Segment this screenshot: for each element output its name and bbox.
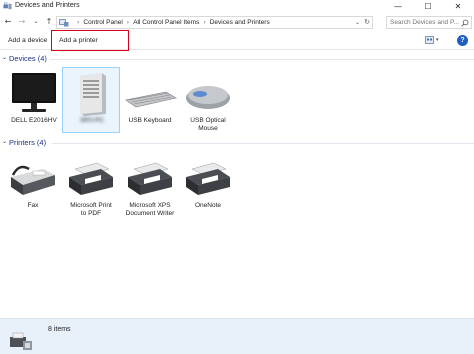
details-pane: 8 items xyxy=(0,318,474,354)
breadcrumb-control-panel[interactable]: Control Panel xyxy=(83,19,122,26)
breadcrumb-separator[interactable]: › xyxy=(127,19,129,26)
monitor-icon xyxy=(12,73,56,112)
breadcrumb-devices-and-printers[interactable]: Devices and Printers xyxy=(210,19,270,26)
up-arrow-icon[interactable]: ↑ xyxy=(44,16,54,28)
control-panel-icon xyxy=(59,18,69,26)
printer-label-line-2: Document Writer xyxy=(125,210,175,217)
devices-printers-icon xyxy=(10,332,32,350)
command-bar: Add a device Add a printer xyxy=(0,32,474,50)
help-button[interactable]: ? xyxy=(457,35,468,46)
printer-icon xyxy=(128,162,172,195)
devices-printers-app-icon xyxy=(3,2,12,10)
breadcrumb-all-control-panel-items[interactable]: All Control Panel Items xyxy=(133,19,199,26)
device-label-line-2: Mouse xyxy=(198,125,218,132)
printers-group-title[interactable]: Printers (4) xyxy=(9,138,46,147)
keyboard-icon xyxy=(125,91,178,108)
item-count: 8 items xyxy=(48,326,71,333)
close-button[interactable]: ✕ xyxy=(444,0,472,13)
back-arrow-icon[interactable]: ← xyxy=(3,16,13,28)
device-label-obscured: SRV-PC xyxy=(79,117,105,124)
breadcrumb-separator[interactable]: › xyxy=(203,19,205,26)
address-bar[interactable]: › Control Panel › All Control Panel Item… xyxy=(56,16,373,29)
window-title: Devices and Printers xyxy=(15,2,80,9)
title-bar: Devices and Printers — ☐ ✕ xyxy=(0,0,474,13)
device-label-line-1: USB Optical xyxy=(190,117,226,124)
printer-icon xyxy=(69,162,113,195)
view-options-dropdown-icon[interactable]: ▾ xyxy=(436,37,439,43)
search-icon[interactable] xyxy=(461,19,469,27)
collapse-chevron-icon[interactable]: ⌄ xyxy=(2,138,7,145)
fax-icon xyxy=(11,165,55,195)
address-dropdown-icon[interactable]: ⌄ xyxy=(355,19,360,26)
printer-label-line-1: Microsoft Print xyxy=(70,202,112,209)
printer-label: OneNote xyxy=(194,202,222,209)
devices-group-title[interactable]: Devices (4) xyxy=(9,54,47,63)
printer-label: Fax xyxy=(27,202,39,209)
device-label: USB Keyboard xyxy=(128,117,172,124)
address-row: ← → ⌄ ↑ › Control Panel › All Control Pa… xyxy=(0,14,474,31)
devices-group-header[interactable]: ⌄ Devices (4) xyxy=(0,53,474,65)
computer-tower-icon xyxy=(80,73,106,116)
collapse-chevron-icon[interactable]: ⌄ xyxy=(2,54,7,61)
search-box[interactable] xyxy=(386,16,472,29)
minimize-button[interactable]: — xyxy=(384,0,412,13)
printers-group-header[interactable]: ⌄ Printers (4) xyxy=(0,137,474,149)
device-label: DELL E2016HV xyxy=(11,117,57,124)
breadcrumb-separator: › xyxy=(77,19,80,26)
forward-arrow-icon[interactable]: → xyxy=(17,16,27,28)
group-divider xyxy=(52,143,474,144)
printer-label-line-1: Microsoft XPS xyxy=(129,202,171,209)
search-input[interactable] xyxy=(390,19,462,26)
change-view-icon[interactable] xyxy=(425,36,434,44)
add-device-button[interactable]: Add a device xyxy=(5,34,50,48)
add-printer-button[interactable]: Add a printer xyxy=(53,34,101,48)
printer-icon xyxy=(186,162,230,195)
printer-label-line-2: to PDF xyxy=(80,210,102,217)
maximize-button[interactable]: ☐ xyxy=(414,0,442,13)
group-divider xyxy=(50,59,474,60)
recent-locations-chevron-icon[interactable]: ⌄ xyxy=(31,16,41,28)
refresh-icon[interactable]: ↻ xyxy=(364,18,370,26)
mouse-icon xyxy=(186,86,230,109)
